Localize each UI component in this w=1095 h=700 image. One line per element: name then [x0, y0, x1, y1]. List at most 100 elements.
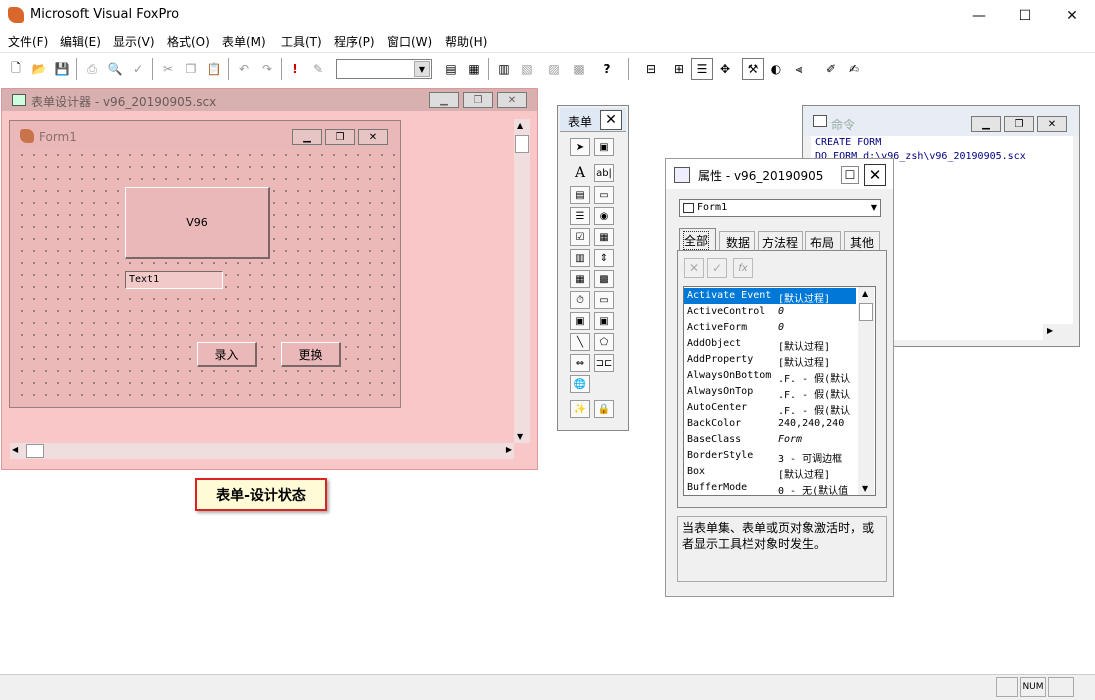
code-window-icon[interactable]: ✥	[714, 58, 736, 80]
property-row[interactable]: BackColor 240,240,240	[684, 416, 856, 432]
listbox-tool-icon[interactable]: ▥	[570, 249, 590, 267]
tab-other[interactable]: 其他	[844, 231, 880, 251]
menu-view[interactable]: 显示(V)	[113, 33, 155, 50]
minimize-button[interactable]: —	[956, 0, 1002, 31]
chevron-down-icon[interactable]: ▼	[871, 203, 877, 212]
properties-close-button[interactable]: ✕	[864, 164, 886, 186]
close-button[interactable]: ✕	[1049, 0, 1095, 31]
form-controls-toolbox[interactable]: 表单 ✕ ➤ ▣ A ab| ▤ ▭ ☰ ◉ ☑ ▦ ▥ ⇕ ▦ ▩ ⏱ ▭ ▣…	[557, 105, 629, 431]
print-preview-icon[interactable]: 🔍	[104, 58, 126, 80]
property-row[interactable]: Activate Event [默认过程]	[684, 288, 856, 304]
property-list[interactable]: Activate Event [默认过程] ActiveControl 0 Ac…	[683, 286, 876, 496]
toolbox-title-bar[interactable]: 表单 ✕	[560, 108, 626, 132]
form-builder-icon[interactable]: ✐	[820, 58, 842, 80]
view-window-icon[interactable]: ▦	[463, 58, 485, 80]
form-controls-toolbar-icon[interactable]: ⚒	[742, 58, 764, 80]
form1-minimize-button[interactable]: ▁	[292, 129, 322, 145]
layout-icon[interactable]: ⫷	[788, 58, 810, 80]
property-row[interactable]: Box [默认过程]	[684, 464, 856, 480]
property-row[interactable]: AlwaysOnTop .F. - 假(默认	[684, 384, 856, 400]
designer-minimize-button[interactable]: ▁	[429, 92, 459, 108]
checkbox-tool-icon[interactable]: ☑	[570, 228, 590, 246]
data-environment-icon[interactable]: ⊞	[668, 58, 690, 80]
color-palette-icon[interactable]: ◐	[765, 58, 787, 80]
menu-tools[interactable]: 工具(T)	[281, 33, 322, 50]
menu-window[interactable]: 窗口(W)	[387, 33, 432, 50]
property-row[interactable]: AlwaysOnBottom .F. - 假(默认	[684, 368, 856, 384]
designer-vertical-scrollbar[interactable]: ▲ ▼	[514, 119, 530, 443]
command-close-button[interactable]: ✕	[1037, 116, 1067, 132]
paste-icon[interactable]: 📋	[203, 58, 225, 80]
new-file-icon[interactable]: 🗋	[5, 58, 27, 80]
command-group-tool-icon[interactable]: ☰	[570, 207, 590, 225]
spinner-tool-icon[interactable]: ⇕	[594, 249, 614, 267]
grid-tool-icon[interactable]: ▦	[570, 270, 590, 288]
tab-data[interactable]: 数据	[719, 231, 755, 251]
label-tool-icon[interactable]: A	[570, 164, 590, 182]
menu-form[interactable]: 表单(M)	[222, 33, 266, 50]
toolbox-close-button[interactable]: ✕	[600, 110, 622, 130]
v96-label-control[interactable]: V96	[125, 187, 270, 259]
property-row[interactable]: BaseClass Form	[684, 432, 856, 448]
menu-format[interactable]: 格式(O)	[167, 33, 210, 50]
save-icon[interactable]: 💾	[51, 58, 73, 80]
builder-lock-icon[interactable]: ✨	[570, 400, 590, 418]
cancel-edit-icon[interactable]: ✕	[684, 258, 704, 278]
property-row[interactable]: BorderStyle 3 - 可调边框	[684, 448, 856, 464]
timer-tool-icon[interactable]: ⏱	[570, 291, 590, 309]
menu-edit[interactable]: 编辑(E)	[60, 33, 101, 50]
database-combo[interactable]: ▼	[336, 59, 432, 79]
property-row[interactable]: AutoCenter .F. - 假(默认	[684, 400, 856, 416]
pointer-tool-icon[interactable]: ➤	[570, 138, 590, 156]
cut-icon[interactable]: ✂	[157, 58, 179, 80]
tab-layout[interactable]: 布局	[805, 231, 841, 251]
autoreport-icon[interactable]: ▩	[568, 58, 590, 80]
tab-all[interactable]: 全部	[679, 228, 716, 250]
autoform-icon[interactable]: ▨	[543, 58, 565, 80]
properties-window[interactable]: 属性 - v96_20190905 ☐ ✕ Form1 ▼ 全部 数据 方法程 …	[665, 158, 894, 597]
editbox-tool-icon[interactable]: ▤	[570, 186, 590, 204]
function-builder-icon[interactable]: fx	[733, 258, 753, 278]
ole-container-tool-icon[interactable]: ▣	[570, 312, 590, 330]
command-button-tool-icon[interactable]: ▭	[594, 186, 614, 204]
form1-close-button[interactable]: ✕	[358, 129, 388, 145]
view-classes-icon[interactable]: ▣	[594, 138, 614, 156]
print-icon[interactable]: ⎙	[81, 58, 103, 80]
properties-window-icon[interactable]: ☰	[691, 58, 713, 80]
container-tool-icon[interactable]: ⇔	[570, 354, 590, 372]
form1-restore-button[interactable]: ❐	[325, 129, 355, 145]
form1-title-bar[interactable]: Form1 ▁ ❐ ✕	[10, 121, 400, 147]
accept-edit-icon[interactable]: ✓	[707, 258, 727, 278]
command-minimize-button[interactable]: ▁	[971, 116, 1001, 132]
open-folder-icon[interactable]: 📂	[28, 58, 50, 80]
modify-form-icon[interactable]: ✎	[307, 58, 329, 80]
form1-window[interactable]: Form1 ▁ ❐ ✕ V96 Text1 录入 更换	[9, 120, 401, 408]
redo-icon[interactable]: ↷	[256, 58, 278, 80]
report-wizard-icon[interactable]: ▧	[516, 58, 538, 80]
combobox-tool-icon[interactable]: ▦	[594, 228, 614, 246]
menu-program[interactable]: 程序(P)	[334, 33, 375, 50]
change-button[interactable]: 更换	[281, 342, 341, 367]
command-restore-button[interactable]: ❐	[1004, 116, 1034, 132]
enter-button[interactable]: 录入	[197, 342, 257, 367]
chevron-down-icon[interactable]: ▼	[414, 61, 430, 77]
run-icon[interactable]: !	[284, 58, 306, 80]
designer-close-button[interactable]: ✕	[497, 92, 527, 108]
text1-textbox[interactable]: Text1	[125, 271, 223, 289]
property-row[interactable]: AddProperty [默认过程]	[684, 352, 856, 368]
form-wizard-icon[interactable]: ▥	[493, 58, 515, 80]
properties-title-bar[interactable]: 属性 - v96_20190905 ☐ ✕	[666, 159, 893, 189]
image-tool-icon[interactable]: ▩	[594, 270, 614, 288]
property-row[interactable]: BufferMode 0 - 无(默认值	[684, 480, 856, 496]
autoformat-icon[interactable]: ✍	[843, 58, 865, 80]
object-selector[interactable]: Form1 ▼	[679, 199, 881, 217]
maximize-button[interactable]: ☐	[1002, 0, 1048, 31]
option-group-tool-icon[interactable]: ◉	[594, 207, 614, 225]
line-tool-icon[interactable]: ╲	[570, 333, 590, 351]
pageframe-tool-icon[interactable]: ▭	[594, 291, 614, 309]
layout-toolbar-icon[interactable]: ⊟	[640, 58, 662, 80]
spell-check-icon[interactable]: ✓	[127, 58, 149, 80]
command-horizontal-scrollbar[interactable]: ▶	[1043, 324, 1073, 340]
property-row[interactable]: ActiveControl 0	[684, 304, 856, 320]
ole-bound-tool-icon[interactable]: ▣	[594, 312, 614, 330]
